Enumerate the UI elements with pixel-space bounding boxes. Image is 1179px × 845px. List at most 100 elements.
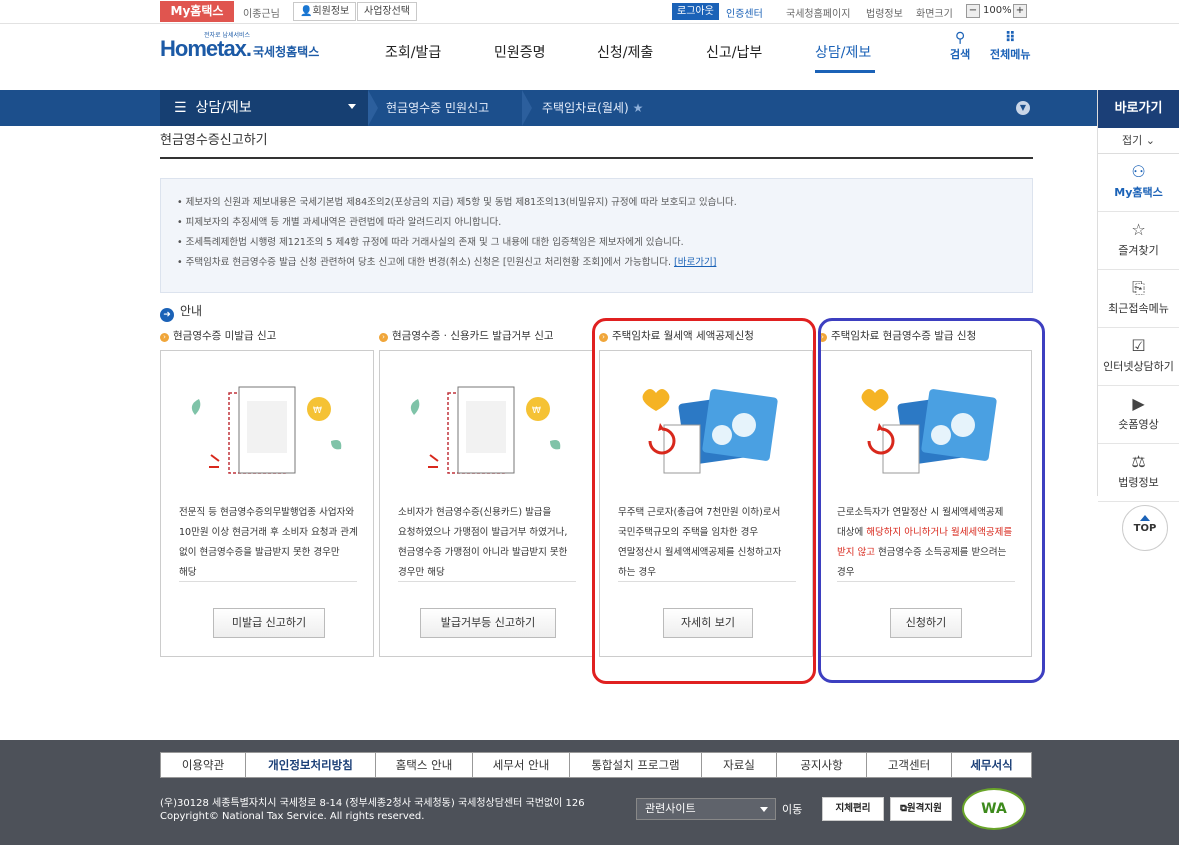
business-select-button[interactable]: 사업장선택 [357, 2, 417, 21]
section-dropdown[interactable]: ☰ 상담/제보 [160, 90, 368, 126]
logo-text: Hometax. [160, 36, 252, 61]
card-description: 전문직 등 현금영수증의무발행업종 사업자와 10만원 이상 현금거래 후 소비… [179, 507, 361, 578]
quick-favorites[interactable]: ☆ 즐겨찾기 [1098, 212, 1179, 270]
notice-item: • 제보자의 신원과 제보내용은 국세기본법 제84조의2(포상금의 지급) 제… [177, 197, 737, 208]
card-refusal: ₩ 소비자가 현금영수증(신용카드) 발급을 요청하였으나 가맹점이 발급거부 … [379, 350, 593, 657]
footer-link-terms[interactable]: 이용약관 [161, 753, 246, 777]
page-title: 현금영수증신고하기 [160, 133, 268, 148]
card-title-refusal: › 현금영수증 · 신용카드 발급거부 신고 [379, 328, 593, 343]
card-title-unissued: › 현금영수증 미발급 신고 [160, 328, 375, 343]
quick-links-panel: 바로가기 접기 ⌄ ⚇ My홈택스 ☆ 즐겨찾기 ⎘ 최근접속메뉴 ☑ 인터넷상담하기 … [1097, 90, 1179, 502]
accessibility-badge[interactable]: 지체편리 [822, 797, 884, 821]
related-sites-select[interactable]: 관련사이트 [636, 798, 776, 820]
fold-button[interactable]: 접기 ⌄ [1098, 128, 1179, 154]
cert-center-link[interactable]: 인증센터 [726, 5, 763, 20]
unissued-report-button[interactable]: 미발급 신고하기 [213, 608, 325, 638]
caret-down-icon [348, 104, 356, 109]
footer: 이용약관 개인정보처리방침 홈택스 안내 세무서 안내 통합설치 프로그램 자료… [0, 740, 1179, 845]
user-name: 이종근님 [243, 9, 280, 20]
gnb-active-underline [815, 70, 875, 73]
quick-internet-consult[interactable]: ☑ 인터넷상담하기 [1098, 328, 1179, 386]
notice-item: • 주택임차료 현금영수증 발급 신청 관련하여 당초 신고에 대한 변경(취소… [177, 257, 717, 268]
recent-search-icon: ⎘ [1132, 278, 1145, 297]
svg-text:₩: ₩ [313, 406, 322, 416]
star-outline-icon: ☆ [1131, 220, 1146, 239]
utility-bar: My홈택스 이종근님 👤회원정보 사업장선택 로그아웃 인증센터 국세청홈페이지… [0, 0, 1179, 24]
card-divider [179, 581, 357, 582]
grid-icon: ⠿ [1004, 30, 1016, 46]
zoom-in-button[interactable]: + [1013, 4, 1027, 18]
notice-box: • 제보자의 신원과 제보내용은 국세기본법 제84조의2(포상금의 지급) 제… [160, 178, 1033, 293]
nts-homepage-link[interactable]: 국세청홈페이지 [786, 5, 850, 20]
my-hometax-button[interactable]: My홈택스 [160, 1, 234, 22]
card-unissued: ₩ 전문직 등 현금영수증의무발행업종 사업자와 10만원 이상 현금거래 후 … [160, 350, 374, 657]
zoom-level: 100% [983, 5, 1012, 16]
gnb-report-pay[interactable]: 신고/납부 [706, 42, 762, 62]
gnb-certificate[interactable]: 민원증명 [494, 42, 546, 62]
footer-link-tax-forms[interactable]: 세무서식 [952, 753, 1031, 777]
bullet-icon: › [160, 333, 169, 342]
title-divider [160, 157, 1033, 159]
chevron-down-icon: ⌄ [1145, 134, 1155, 147]
arrow-right-icon: ➜ [160, 308, 174, 322]
search-button[interactable]: ⚲ 검색 [950, 30, 970, 62]
shortcut-link[interactable]: [바로가기] [674, 257, 716, 268]
menu-icon: ☰ [174, 100, 187, 116]
receipt-illustration: ₩ [410, 386, 561, 474]
zoom-out-button[interactable]: − [966, 4, 980, 18]
footer-link-install[interactable]: 통합설치 프로그램 [570, 753, 702, 777]
play-icon: ▶ [1132, 394, 1145, 413]
go-button[interactable]: 이동 [782, 801, 802, 817]
quick-shortform-video[interactable]: ▶ 숏폼영상 [1098, 386, 1179, 444]
monitor-check-icon: ☑ [1131, 336, 1146, 355]
gnb-consult[interactable]: 상담/제보 [815, 42, 871, 62]
law-info-link[interactable]: 법령정보 [866, 5, 903, 20]
user-icon: 👤 [300, 6, 313, 17]
header: 전자로 납세서비스 Hometax. 국세청홈택스 조회/발급 민원증명 신청/… [0, 24, 1179, 90]
remote-icon: ⧉ [900, 803, 907, 814]
scroll-top-button[interactable]: TOP [1122, 505, 1168, 551]
footer-link-hometax-guide[interactable]: 홈택스 안내 [376, 753, 473, 777]
person-icon: ⚇ [1131, 162, 1146, 181]
caret-down-icon [760, 807, 768, 812]
search-icon: ⚲ [954, 30, 966, 46]
card-description: 소비자가 현금영수증(신용카드) 발급을 요청하였으나 가맹점이 발급거부 하였… [398, 507, 571, 578]
footer-address: (우)30128 세종특별자치시 국세청로 8-14 (정부세종2청사 국세청동… [160, 798, 585, 822]
gnb-inquiry[interactable]: 조회/발급 [385, 42, 441, 62]
gavel-icon: ⚖ [1131, 452, 1146, 471]
footer-link-notices[interactable]: 공지사항 [777, 753, 867, 777]
member-info-button[interactable]: 👤회원정보 [293, 2, 357, 21]
quick-recent-menu[interactable]: ⎘ 최근접속메뉴 [1098, 270, 1179, 328]
svg-text:₩: ₩ [532, 406, 541, 416]
notice-item: • 조세특례제한법 시행령 제121조의 5 제4항 규정에 따라 거래사실의 … [177, 237, 684, 248]
footer-link-privacy[interactable]: 개인정보처리방침 [246, 753, 376, 777]
footer-link-office-guide[interactable]: 세무서 안내 [473, 753, 570, 777]
screen-size-label: 화면크기 [916, 9, 953, 20]
footer-link-customer-center[interactable]: 고객센터 [867, 753, 952, 777]
quick-law-info[interactable]: ⚖ 법령정보 [1098, 444, 1179, 502]
arrow-up-icon [1140, 515, 1150, 521]
hometax-logo[interactable]: 전자로 납세서비스 Hometax. 국세청홈택스 [160, 30, 330, 74]
breadcrumb-bar: ☰ 상담/제보 현금영수증 민원신고 주택임차료(월세) ★ ▼ [0, 90, 1097, 126]
highlight-blue-box [818, 318, 1045, 683]
refusal-report-button[interactable]: 발급거부등 신고하기 [420, 608, 556, 638]
logout-button[interactable]: 로그아웃 [672, 3, 719, 20]
breadcrumb-separator [522, 90, 532, 126]
footer-link-archive[interactable]: 자료실 [702, 753, 777, 777]
notice-item: • 피제보자의 추징세액 등 개별 과세내역은 관련법에 따라 알려드리지 아니… [177, 217, 502, 228]
gnb-application[interactable]: 신청/제출 [597, 42, 653, 62]
card-divider [398, 581, 576, 582]
breadcrumb-rent[interactable]: 주택임차료(월세) ★ [542, 90, 643, 126]
chevron-down-icon[interactable]: ▼ [1016, 101, 1030, 115]
remote-support-button[interactable]: ⧉원격지원 [890, 797, 952, 821]
bullet-icon: › [379, 333, 388, 342]
all-menu-button[interactable]: ⠿ 전체메뉴 [990, 30, 1030, 62]
logo-subtext: 국세청홈택스 [253, 45, 320, 59]
footer-nav: 이용약관 개인정보처리방침 홈택스 안내 세무서 안내 통합설치 프로그램 자료… [160, 752, 1032, 778]
wa-certification-logo: WA [962, 788, 1026, 830]
star-icon[interactable]: ★ [633, 101, 644, 115]
quick-my-hometax[interactable]: ⚇ My홈택스 [1098, 154, 1179, 212]
breadcrumb-separator [368, 90, 378, 126]
breadcrumb-cash-receipt[interactable]: 현금영수증 민원신고 [386, 90, 489, 126]
receipt-illustration: ₩ [191, 386, 342, 474]
